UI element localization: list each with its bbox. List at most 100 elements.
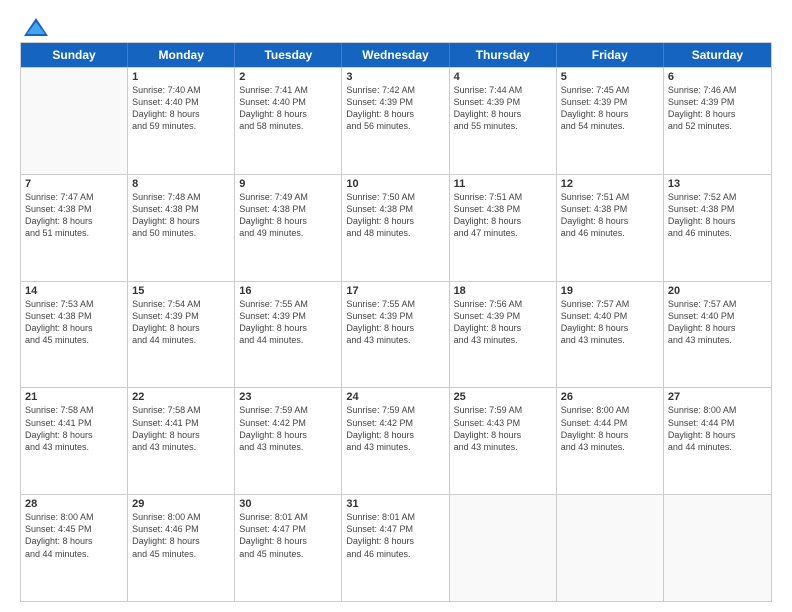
sunrise-text: Sunrise: 7:51 AM	[454, 191, 552, 203]
calendar-cell	[664, 495, 771, 601]
calendar-cell: 13Sunrise: 7:52 AMSunset: 4:38 PMDayligh…	[664, 175, 771, 281]
sunrise-text: Sunrise: 7:49 AM	[239, 191, 337, 203]
sunrise-text: Sunrise: 7:55 AM	[346, 298, 444, 310]
day-number: 21	[25, 391, 123, 403]
weekday-header-sunday: Sunday	[21, 43, 128, 67]
calendar-cell: 24Sunrise: 7:59 AMSunset: 4:42 PMDayligh…	[342, 388, 449, 494]
daylight-minutes-text: and 43 minutes.	[561, 441, 659, 453]
daylight-minutes-text: and 45 minutes.	[239, 548, 337, 560]
sunrise-text: Sunrise: 7:59 AM	[239, 404, 337, 416]
calendar-row-1: 1Sunrise: 7:40 AMSunset: 4:40 PMDaylight…	[21, 67, 771, 174]
calendar-cell: 29Sunrise: 8:00 AMSunset: 4:46 PMDayligh…	[128, 495, 235, 601]
calendar-cell: 15Sunrise: 7:54 AMSunset: 4:39 PMDayligh…	[128, 282, 235, 388]
day-number: 7	[25, 178, 123, 190]
daylight-text: Daylight: 8 hours	[454, 108, 552, 120]
day-number: 5	[561, 71, 659, 83]
sunset-text: Sunset: 4:39 PM	[346, 310, 444, 322]
daylight-text: Daylight: 8 hours	[132, 535, 230, 547]
calendar-cell: 20Sunrise: 7:57 AMSunset: 4:40 PMDayligh…	[664, 282, 771, 388]
daylight-text: Daylight: 8 hours	[346, 535, 444, 547]
day-number: 11	[454, 178, 552, 190]
day-number: 16	[239, 285, 337, 297]
day-number: 9	[239, 178, 337, 190]
sunset-text: Sunset: 4:38 PM	[132, 203, 230, 215]
sunset-text: Sunset: 4:39 PM	[454, 96, 552, 108]
calendar-cell: 28Sunrise: 8:00 AMSunset: 4:45 PMDayligh…	[21, 495, 128, 601]
daylight-minutes-text: and 43 minutes.	[346, 334, 444, 346]
daylight-minutes-text: and 43 minutes.	[561, 334, 659, 346]
calendar-cell: 11Sunrise: 7:51 AMSunset: 4:38 PMDayligh…	[450, 175, 557, 281]
sunrise-text: Sunrise: 7:45 AM	[561, 84, 659, 96]
sunset-text: Sunset: 4:38 PM	[346, 203, 444, 215]
sunset-text: Sunset: 4:44 PM	[561, 417, 659, 429]
calendar-cell: 14Sunrise: 7:53 AMSunset: 4:38 PMDayligh…	[21, 282, 128, 388]
daylight-text: Daylight: 8 hours	[346, 429, 444, 441]
sunrise-text: Sunrise: 7:50 AM	[346, 191, 444, 203]
daylight-minutes-text: and 43 minutes.	[668, 334, 767, 346]
sunrise-text: Sunrise: 7:48 AM	[132, 191, 230, 203]
daylight-text: Daylight: 8 hours	[668, 215, 767, 227]
logo-icon	[22, 16, 50, 38]
daylight-text: Daylight: 8 hours	[668, 108, 767, 120]
sunrise-text: Sunrise: 7:58 AM	[132, 404, 230, 416]
calendar: SundayMondayTuesdayWednesdayThursdayFrid…	[20, 42, 772, 602]
calendar-cell: 27Sunrise: 8:00 AMSunset: 4:44 PMDayligh…	[664, 388, 771, 494]
day-number: 31	[346, 498, 444, 510]
daylight-text: Daylight: 8 hours	[132, 215, 230, 227]
daylight-minutes-text: and 45 minutes.	[25, 334, 123, 346]
sunset-text: Sunset: 4:42 PM	[346, 417, 444, 429]
day-number: 18	[454, 285, 552, 297]
day-number: 12	[561, 178, 659, 190]
daylight-minutes-text: and 52 minutes.	[668, 120, 767, 132]
sunrise-text: Sunrise: 8:01 AM	[239, 511, 337, 523]
calendar-cell: 16Sunrise: 7:55 AMSunset: 4:39 PMDayligh…	[235, 282, 342, 388]
calendar-cell: 12Sunrise: 7:51 AMSunset: 4:38 PMDayligh…	[557, 175, 664, 281]
daylight-text: Daylight: 8 hours	[25, 215, 123, 227]
daylight-text: Daylight: 8 hours	[239, 215, 337, 227]
sunrise-text: Sunrise: 7:41 AM	[239, 84, 337, 96]
calendar-row-4: 21Sunrise: 7:58 AMSunset: 4:41 PMDayligh…	[21, 387, 771, 494]
sunrise-text: Sunrise: 7:42 AM	[346, 84, 444, 96]
daylight-text: Daylight: 8 hours	[25, 535, 123, 547]
sunset-text: Sunset: 4:40 PM	[561, 310, 659, 322]
daylight-text: Daylight: 8 hours	[132, 108, 230, 120]
daylight-text: Daylight: 8 hours	[561, 322, 659, 334]
calendar-cell: 21Sunrise: 7:58 AMSunset: 4:41 PMDayligh…	[21, 388, 128, 494]
daylight-minutes-text: and 56 minutes.	[346, 120, 444, 132]
calendar-cell: 17Sunrise: 7:55 AMSunset: 4:39 PMDayligh…	[342, 282, 449, 388]
daylight-text: Daylight: 8 hours	[454, 215, 552, 227]
day-number: 4	[454, 71, 552, 83]
daylight-minutes-text: and 47 minutes.	[454, 227, 552, 239]
daylight-minutes-text: and 58 minutes.	[239, 120, 337, 132]
daylight-text: Daylight: 8 hours	[132, 322, 230, 334]
sunrise-text: Sunrise: 7:56 AM	[454, 298, 552, 310]
daylight-minutes-text: and 55 minutes.	[454, 120, 552, 132]
sunset-text: Sunset: 4:39 PM	[454, 310, 552, 322]
daylight-minutes-text: and 43 minutes.	[346, 441, 444, 453]
day-number: 14	[25, 285, 123, 297]
sunrise-text: Sunrise: 7:51 AM	[561, 191, 659, 203]
calendar-header: SundayMondayTuesdayWednesdayThursdayFrid…	[21, 43, 771, 67]
day-number: 24	[346, 391, 444, 403]
daylight-minutes-text: and 46 minutes.	[668, 227, 767, 239]
day-number: 27	[668, 391, 767, 403]
daylight-text: Daylight: 8 hours	[454, 322, 552, 334]
daylight-minutes-text: and 50 minutes.	[132, 227, 230, 239]
sunset-text: Sunset: 4:39 PM	[668, 96, 767, 108]
day-number: 2	[239, 71, 337, 83]
sunrise-text: Sunrise: 8:00 AM	[132, 511, 230, 523]
daylight-minutes-text: and 43 minutes.	[239, 441, 337, 453]
sunrise-text: Sunrise: 8:00 AM	[668, 404, 767, 416]
day-number: 6	[668, 71, 767, 83]
logo	[20, 16, 50, 34]
daylight-text: Daylight: 8 hours	[132, 429, 230, 441]
sunset-text: Sunset: 4:47 PM	[239, 523, 337, 535]
daylight-minutes-text: and 43 minutes.	[454, 334, 552, 346]
calendar-cell: 8Sunrise: 7:48 AMSunset: 4:38 PMDaylight…	[128, 175, 235, 281]
daylight-minutes-text: and 45 minutes.	[132, 548, 230, 560]
calendar-row-2: 7Sunrise: 7:47 AMSunset: 4:38 PMDaylight…	[21, 174, 771, 281]
sunrise-text: Sunrise: 8:00 AM	[25, 511, 123, 523]
sunset-text: Sunset: 4:40 PM	[239, 96, 337, 108]
daylight-text: Daylight: 8 hours	[561, 429, 659, 441]
sunset-text: Sunset: 4:47 PM	[346, 523, 444, 535]
